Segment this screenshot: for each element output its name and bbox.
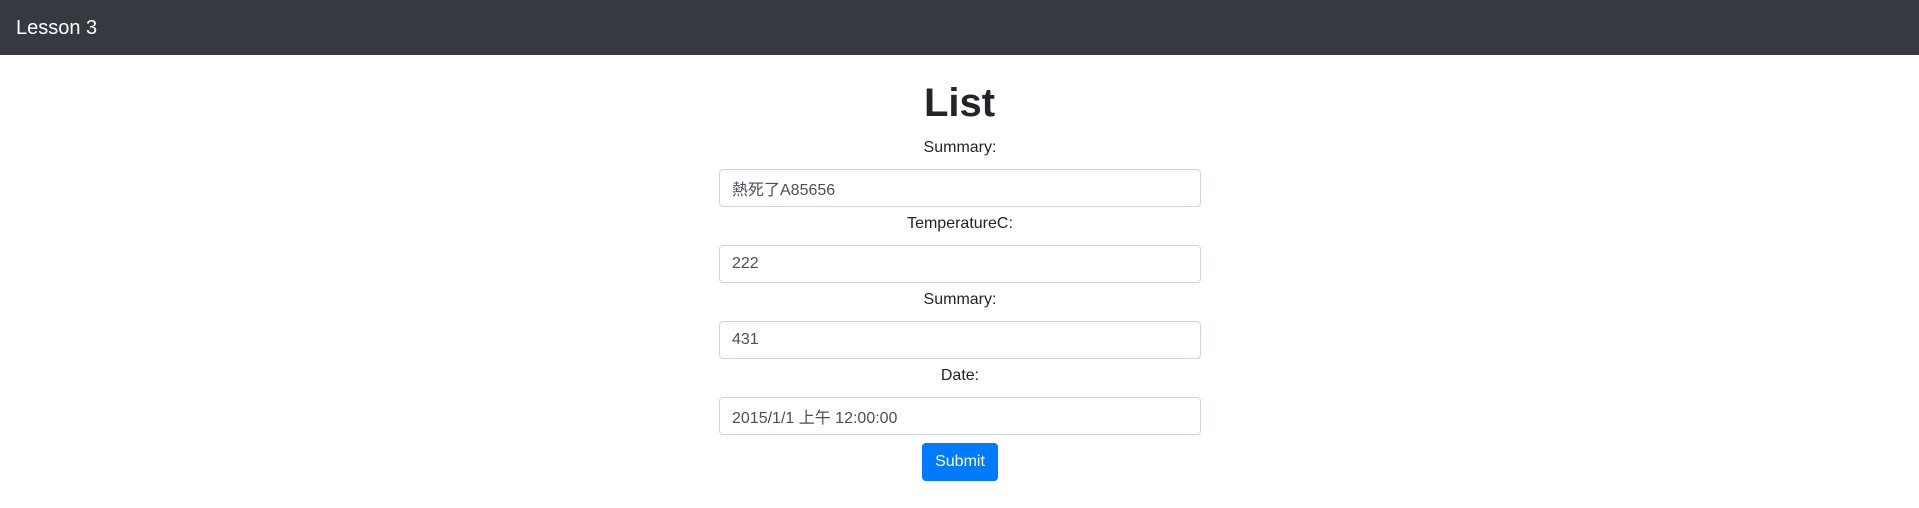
summary-2-input[interactable] (719, 321, 1201, 359)
summary-input[interactable] (719, 169, 1201, 207)
list-form: Summary: TemperatureC: Summary: Date: Su… (719, 139, 1201, 481)
date-label: Date: (940, 367, 980, 384)
page-title: List (923, 81, 996, 125)
temperature-c-label: TemperatureC: (907, 215, 1013, 232)
submit-button[interactable]: Submit (922, 443, 998, 481)
date-input[interactable] (719, 397, 1201, 435)
submit-row: Submit (719, 443, 1201, 481)
temperature-c-input[interactable] (719, 245, 1201, 283)
top-navbar: Lesson 3 (0, 0, 1919, 55)
summary-2-label: Summary: (923, 291, 997, 308)
navbar-brand[interactable]: Lesson 3 (16, 18, 97, 38)
summary-label: Summary: (923, 139, 997, 156)
